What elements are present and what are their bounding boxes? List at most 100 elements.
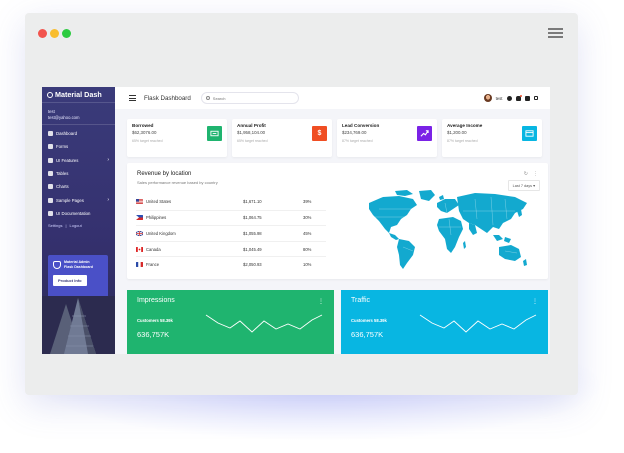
- topbar-actions: test: [483, 94, 538, 102]
- impressions-sparkline: [205, 314, 323, 333]
- settings-link[interactable]: Settings: [48, 223, 62, 228]
- logout-link[interactable]: Logout: [70, 223, 82, 228]
- revenue-tools: ↻ ⋮: [524, 171, 538, 177]
- bell-icon[interactable]: [515, 94, 522, 101]
- sidebar-item-tables[interactable]: Tables: [42, 167, 115, 180]
- search-box[interactable]: [200, 92, 299, 104]
- table-row[interactable]: United States $1,671.10 39%: [136, 194, 326, 210]
- refresh-icon[interactable]: ↻: [524, 171, 528, 177]
- sidebar-item-dashboard[interactable]: Dashboard: [42, 127, 115, 140]
- mail-icon[interactable]: [524, 95, 530, 101]
- settings-icon[interactable]: [506, 95, 512, 101]
- pages-icon: [48, 197, 53, 203]
- docs-icon: [48, 210, 53, 216]
- sidebar-item-label: Forms: [56, 144, 69, 150]
- features-icon: [48, 157, 53, 163]
- more-vert-icon[interactable]: ⋮: [532, 298, 538, 305]
- table-icon: [48, 171, 53, 177]
- menu-toggle-icon[interactable]: [129, 95, 136, 101]
- forms-icon: [48, 144, 53, 150]
- traffic-title: Traffic: [351, 297, 371, 304]
- country-amount: $2,050.93: [243, 262, 262, 268]
- impressions-value: 636,757K: [137, 330, 170, 339]
- table-row[interactable]: France $2,050.93 10%: [136, 256, 326, 272]
- link-separator: |: [65, 223, 67, 229]
- hamburger-menu-icon[interactable]: [548, 28, 563, 38]
- sidebar-item-label: Dashboard: [56, 131, 78, 137]
- stat-card-average-income[interactable]: Average Income $1,200.00 87% target reac…: [442, 119, 542, 157]
- minimize-dot[interactable]: [50, 29, 59, 38]
- sidebar-item-sample-pages[interactable]: Sample Pages ›: [42, 193, 115, 206]
- sidebar-item-label: UI Features: [56, 157, 79, 163]
- country-percent: 10%: [303, 262, 312, 268]
- country-amount: $1,055.98: [243, 230, 262, 236]
- revenue-card: Revenue by location Sales performance re…: [127, 163, 548, 279]
- country-percent: 80%: [303, 246, 312, 252]
- maximize-dot[interactable]: [62, 29, 71, 38]
- window-controls: [38, 29, 71, 38]
- table-row[interactable]: United Kingdom $1,055.98 45%: [136, 225, 326, 241]
- stat-card-borrowed[interactable]: Borrowed $62,3076.00 65% target reached: [127, 119, 227, 157]
- us-flag-icon: [136, 199, 143, 205]
- more-vert-icon[interactable]: ⋮: [318, 298, 324, 305]
- revenue-table: United States $1,671.10 39% Philippines …: [136, 194, 326, 272]
- shield-icon: [53, 260, 61, 269]
- chevron-right-icon: ›: [107, 197, 109, 204]
- card-icon: [522, 126, 537, 141]
- close-dot[interactable]: [38, 29, 47, 38]
- ca-flag-icon: [136, 246, 143, 252]
- promo-title: Material Admin: [64, 260, 90, 264]
- apps-icon[interactable]: [533, 95, 538, 101]
- trending-up-icon: [417, 126, 432, 141]
- user-email: test@yahoo.com: [48, 115, 80, 120]
- sidebar-item-ui-documentation[interactable]: UI Documentation: [42, 207, 115, 220]
- building-image: [42, 296, 115, 354]
- sidebar-item-label: Sample Pages: [56, 197, 84, 203]
- sidebar-item-forms[interactable]: Forms: [42, 140, 115, 153]
- country-percent: 45%: [303, 230, 312, 236]
- dollar-card-icon: [207, 126, 222, 141]
- brand[interactable]: Material Dash: [42, 87, 115, 103]
- avatar[interactable]: [483, 94, 492, 102]
- page-title: Flask Dashboard: [144, 94, 191, 102]
- country-amount: $1,671.10: [243, 199, 262, 205]
- more-vert-icon[interactable]: ⋮: [533, 171, 538, 177]
- world-map[interactable]: [365, 189, 530, 271]
- promo-header: Material Admin Flask Dashboard: [53, 260, 103, 269]
- traffic-card[interactable]: Traffic ⋮ Customers 58.39k 636,757K: [341, 290, 548, 354]
- impressions-card[interactable]: Impressions ⋮ Customers 58.39k 636,757K: [127, 290, 334, 354]
- sidebar-nav: Dashboard Forms UI Features › Tables Cha…: [42, 125, 115, 220]
- table-row[interactable]: Philippines $1,064.75 30%: [136, 209, 326, 226]
- country-amount: $1,045.49: [243, 246, 262, 252]
- impressions-customers: Customers 58.39k: [137, 318, 173, 323]
- product-info-button[interactable]: Product Info: [53, 275, 87, 287]
- dollar-icon: $: [312, 126, 327, 141]
- uk-flag-icon: [136, 230, 143, 236]
- brand-logo-icon: [47, 91, 53, 98]
- ph-flag-icon: [136, 215, 143, 221]
- topbar-user-name[interactable]: test: [496, 96, 503, 101]
- stat-card-annual-profit[interactable]: Annual Profit $1,958,104.00 65% target r…: [232, 119, 332, 157]
- search-input[interactable]: [212, 95, 293, 101]
- browser-window: Material Dash test test@yahoo.com Dashbo…: [25, 13, 578, 395]
- traffic-customers: Customers 58.39k: [351, 318, 387, 323]
- country-percent: 39%: [303, 199, 312, 205]
- top-bar: Flask Dashboard test: [115, 87, 550, 109]
- promo-subtitle: Flask Dashboard: [64, 264, 93, 269]
- sidebar-item-ui-features[interactable]: UI Features ›: [42, 154, 115, 167]
- fr-flag-icon: [136, 262, 143, 268]
- sidebar-item-charts[interactable]: Charts: [42, 180, 115, 193]
- chart-icon: [48, 184, 53, 190]
- user-info: test test@yahoo.com: [42, 103, 115, 125]
- sidebar-item-label: Charts: [56, 184, 69, 190]
- country-percent: 30%: [303, 215, 312, 221]
- chevron-right-icon: ›: [107, 157, 109, 164]
- revenue-subtitle: Sales performance revenue based by count…: [137, 180, 218, 185]
- country-name: Canada: [146, 246, 161, 252]
- stat-cards: Borrowed $62,3076.00 65% target reached …: [127, 119, 542, 157]
- table-row[interactable]: Canada $1,045.49 80%: [136, 240, 326, 257]
- country-name: France: [146, 262, 160, 268]
- stat-card-lead-conversion[interactable]: Lead Conversion $234,769.00 87% target r…: [337, 119, 437, 157]
- traffic-sparkline: [419, 314, 537, 333]
- sidebar-links: Settings | Logout: [42, 220, 115, 231]
